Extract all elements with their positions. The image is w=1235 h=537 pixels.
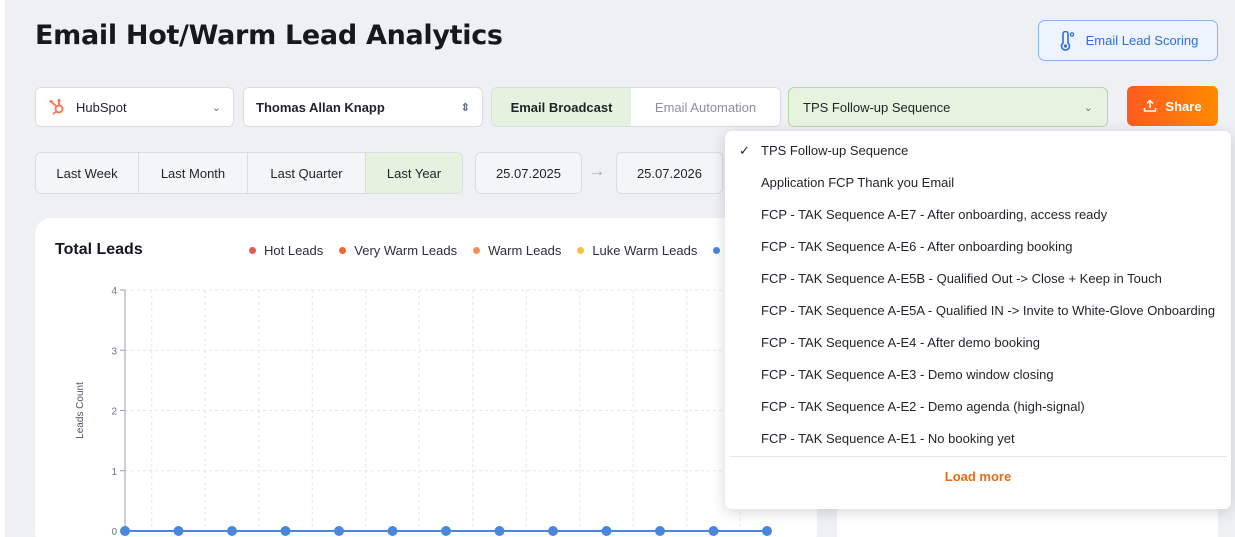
user-select[interactable]: Thomas Allan Knapp ⇕ [243, 87, 483, 127]
dropdown-item[interactable]: FCP - TAK Sequence A-E2 - Demo agenda (h… [761, 396, 1085, 416]
dropdown-item[interactable]: FCP - TAK Sequence A-E5B - Qualified Out… [761, 268, 1162, 288]
data-point [708, 526, 719, 536]
crm-select[interactable]: HubSpot ⌄ [35, 87, 234, 127]
load-more-button[interactable]: Load more [725, 469, 1231, 484]
y-tick-label: 1 [111, 467, 117, 478]
data-point [762, 526, 772, 536]
data-point [120, 526, 130, 536]
hubspot-icon [49, 98, 64, 115]
dropdown-item[interactable]: FCP - TAK Sequence A-E3 - Demo window cl… [761, 364, 1054, 384]
user-select-value: Thomas Allan Knapp [256, 99, 385, 115]
sequence-dropdown-menu: ✓ TPS Follow-up Sequence Application FCP… [725, 131, 1231, 509]
share-label: Share [1165, 98, 1202, 114]
data-point [334, 526, 344, 536]
data-point [601, 526, 612, 536]
data-point [655, 526, 665, 536]
chevron-down-icon: ⌄ [1083, 101, 1093, 114]
date-from-input[interactable]: 25.07.2025 [475, 152, 582, 194]
email-lead-scoring-button[interactable]: Email Lead Scoring [1038, 20, 1218, 61]
sequence-select[interactable]: TPS Follow-up Sequence ⌄ [788, 87, 1108, 127]
page-title: Email Hot/Warm Lead Analytics [35, 20, 503, 51]
date-range-presets: Last Week Last Month Last Quarter Last Y… [35, 152, 463, 194]
arrow-right-icon: → [589, 163, 605, 180]
total-leads-card: Total Leads Hot Leads Very Warm Leads Wa… [35, 218, 817, 537]
thermometer-icon [1060, 30, 1074, 51]
channel-toggle: Email Broadcast Email Automation [491, 87, 781, 127]
dropdown-item[interactable]: Application FCP Thank you Email [761, 172, 954, 192]
sequence-select-value: TPS Follow-up Sequence [803, 99, 951, 115]
data-point [227, 526, 237, 536]
range-last-week[interactable]: Last Week [36, 153, 139, 193]
data-point [441, 526, 451, 536]
dropdown-item[interactable]: FCP - TAK Sequence A-E7 - After onboardi… [761, 204, 1107, 224]
y-tick-label: 2 [111, 407, 117, 418]
crm-select-value: HubSpot [76, 99, 127, 115]
dropdown-item[interactable]: FCP - TAK Sequence A-E1 - No booking yet [761, 428, 1015, 448]
data-point [280, 526, 291, 536]
dropdown-item[interactable]: TPS Follow-up Sequence [761, 140, 908, 160]
email-lead-scoring-label: Email Lead Scoring [1085, 33, 1199, 48]
check-icon: ✓ [739, 143, 750, 158]
chevron-up-down-icon: ⇕ [460, 101, 470, 114]
data-point [494, 526, 505, 536]
share-button[interactable]: Share [1127, 86, 1218, 126]
upload-icon [1144, 99, 1157, 112]
dropdown-item[interactable]: FCP - TAK Sequence A-E5A - Qualified IN … [761, 300, 1215, 320]
side-card [837, 505, 1218, 537]
tab-email-broadcast[interactable]: Email Broadcast [492, 88, 631, 126]
y-axis-label: Leads Count [75, 382, 86, 439]
y-tick-label: 4 [111, 286, 117, 297]
data-point [173, 526, 184, 536]
range-last-quarter[interactable]: Last Quarter [248, 153, 366, 193]
page: Email Hot/Warm Lead Analytics Email Lead… [5, 0, 1235, 537]
total-leads-chart: 0 1 2 3 4 Leads Count [75, 286, 772, 537]
dropdown-item[interactable]: FCP - TAK Sequence A-E4 - After demo boo… [761, 332, 1040, 352]
range-last-year[interactable]: Last Year [366, 153, 462, 193]
y-tick-label: 3 [111, 346, 117, 357]
date-to-input[interactable]: 25.07.2026 [616, 152, 723, 194]
dropdown-divider [729, 456, 1227, 457]
y-tick-label: 0 [111, 527, 117, 537]
data-point [387, 526, 398, 536]
range-last-month[interactable]: Last Month [139, 153, 248, 193]
data-point [548, 526, 558, 536]
chevron-down-icon: ⌄ [211, 101, 221, 114]
tab-email-automation[interactable]: Email Automation [631, 88, 780, 126]
dropdown-item[interactable]: FCP - TAK Sequence A-E6 - After onboardi… [761, 236, 1072, 256]
